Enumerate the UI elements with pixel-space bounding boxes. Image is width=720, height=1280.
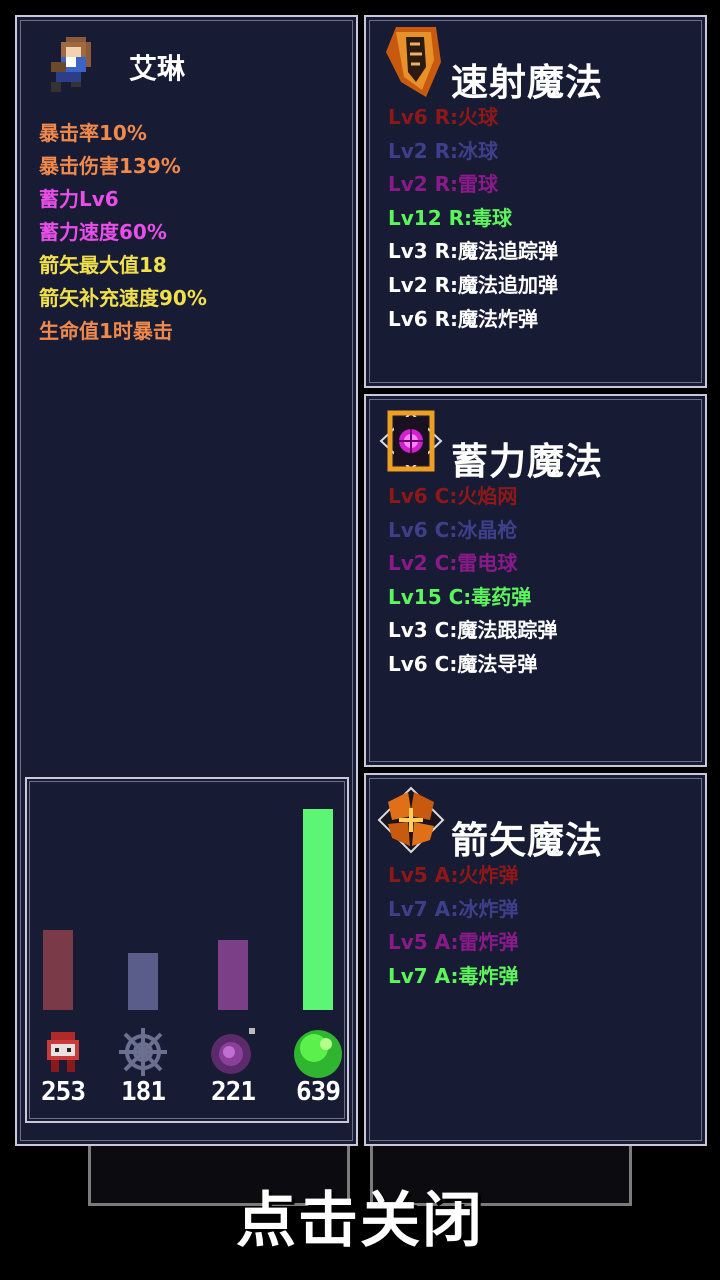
character-panel: 艾琳 暴击率10% 暴击伤害139% 蓄力Lv6 蓄力速度60% 箭矢最大值18 箭矢补充… bbox=[15, 15, 358, 1146]
resource-bars bbox=[27, 809, 347, 1010]
spell-item: Lv2 R:魔法追加弹 bbox=[388, 272, 559, 297]
stat-line: 箭矢补充速度90% bbox=[39, 286, 207, 310]
charge-magic-icon bbox=[376, 401, 446, 481]
spell-item: Lv6 R:火球 bbox=[388, 105, 499, 129]
charge-magic-title: 蓄力魔法 bbox=[451, 440, 603, 483]
charge-magic-panel: 蓄力魔法 Lv6 C:火焰网 Lv6 C:冰晶枪 Lv2 C:雷电球 Lv15 C:毒… bbox=[364, 394, 707, 767]
resource-bar bbox=[218, 940, 248, 1010]
resource-chart: 253 181 221 639 bbox=[25, 777, 349, 1123]
spell-item: Lv6 C:魔法导弹 bbox=[388, 651, 538, 676]
poison-slime-icon bbox=[290, 1024, 346, 1080]
arrow-magic-panel: 箭矢魔法 Lv5 A:火炸弹 Lv7 A:冰炸弹 Lv5 A:雷炸弹 Lv7 A:毒炸… bbox=[364, 773, 707, 1146]
fire-count: 253 bbox=[41, 1077, 86, 1107]
resource-bar bbox=[303, 809, 333, 1010]
thunder-orb-icon bbox=[205, 1024, 261, 1080]
spell-item: Lv2 C:雷电球 bbox=[388, 551, 518, 576]
poison-count: 639 bbox=[296, 1077, 341, 1107]
stat-line: 暴击伤害139% bbox=[39, 154, 181, 178]
stat-line: 暴击率10% bbox=[39, 121, 147, 145]
resource-bar bbox=[43, 930, 73, 1010]
stat-line: 蓄力速度60% bbox=[39, 220, 167, 244]
charge-spell-list: Lv6 C:火焰网 Lv6 C:冰晶枪 Lv2 C:雷电球 Lv15 C:毒药弹 Lv3… bbox=[388, 480, 557, 682]
close-button[interactable]: 点击关闭 bbox=[0, 1172, 720, 1259]
spell-item: Lv15 C:毒药弹 bbox=[388, 584, 532, 609]
arrow-magic-title: 箭矢魔法 bbox=[451, 819, 603, 862]
ice-count: 181 bbox=[121, 1077, 166, 1107]
character-avatar bbox=[41, 37, 101, 97]
spell-item: Lv2 R:冰球 bbox=[388, 138, 499, 163]
rapid-magic-icon bbox=[376, 22, 446, 102]
spell-item: Lv5 A:雷炸弹 bbox=[388, 930, 519, 955]
spell-item: Lv12 R:毒球 bbox=[388, 205, 512, 230]
spell-item: Lv6 C:冰晶枪 bbox=[388, 517, 518, 542]
rapid-magic-panel: 速射魔法 Lv6 R:火球 Lv2 R:冰球 Lv2 R:雷球 Lv12 R:毒球 Lv… bbox=[364, 15, 707, 388]
fire-skull-icon bbox=[35, 1024, 91, 1080]
rapid-spell-list: Lv6 R:火球 Lv2 R:冰球 Lv2 R:雷球 Lv12 R:毒球 Lv3 R:魔… bbox=[388, 101, 558, 336]
spell-item: Lv3 R:魔法追踪弹 bbox=[388, 239, 559, 264]
spell-item: Lv5 A:火炸弹 bbox=[388, 863, 519, 887]
stat-line: 生命值1时暴击 bbox=[39, 319, 173, 343]
spell-item: Lv2 R:雷球 bbox=[388, 172, 499, 197]
resource-bar bbox=[128, 953, 158, 1010]
spell-item: Lv7 A:毒炸弹 bbox=[388, 963, 519, 988]
rapid-magic-title: 速射魔法 bbox=[451, 61, 603, 104]
thunder-count: 221 bbox=[211, 1077, 256, 1107]
stat-line: 箭矢最大值18 bbox=[39, 253, 167, 277]
spell-item: Lv3 C:魔法跟踪弹 bbox=[388, 618, 558, 643]
ice-web-icon bbox=[115, 1024, 171, 1080]
character-name: 艾琳 bbox=[129, 52, 186, 85]
character-stats: 暴击率10% 暴击伤害139% 蓄力Lv6 蓄力速度60% 箭矢最大值18 箭矢补充速度9… bbox=[39, 117, 207, 348]
spell-item: Lv6 R:魔法炸弹 bbox=[388, 306, 539, 331]
spell-item: Lv7 A:冰炸弹 bbox=[388, 896, 519, 921]
stat-line: 蓄力Lv6 bbox=[39, 187, 119, 211]
spell-item: Lv6 C:火焰网 bbox=[388, 484, 518, 508]
arrow-spell-list: Lv5 A:火炸弹 Lv7 A:冰炸弹 Lv5 A:雷炸弹 Lv7 A:毒炸弹 bbox=[388, 859, 519, 993]
arrow-magic-icon bbox=[376, 780, 446, 860]
